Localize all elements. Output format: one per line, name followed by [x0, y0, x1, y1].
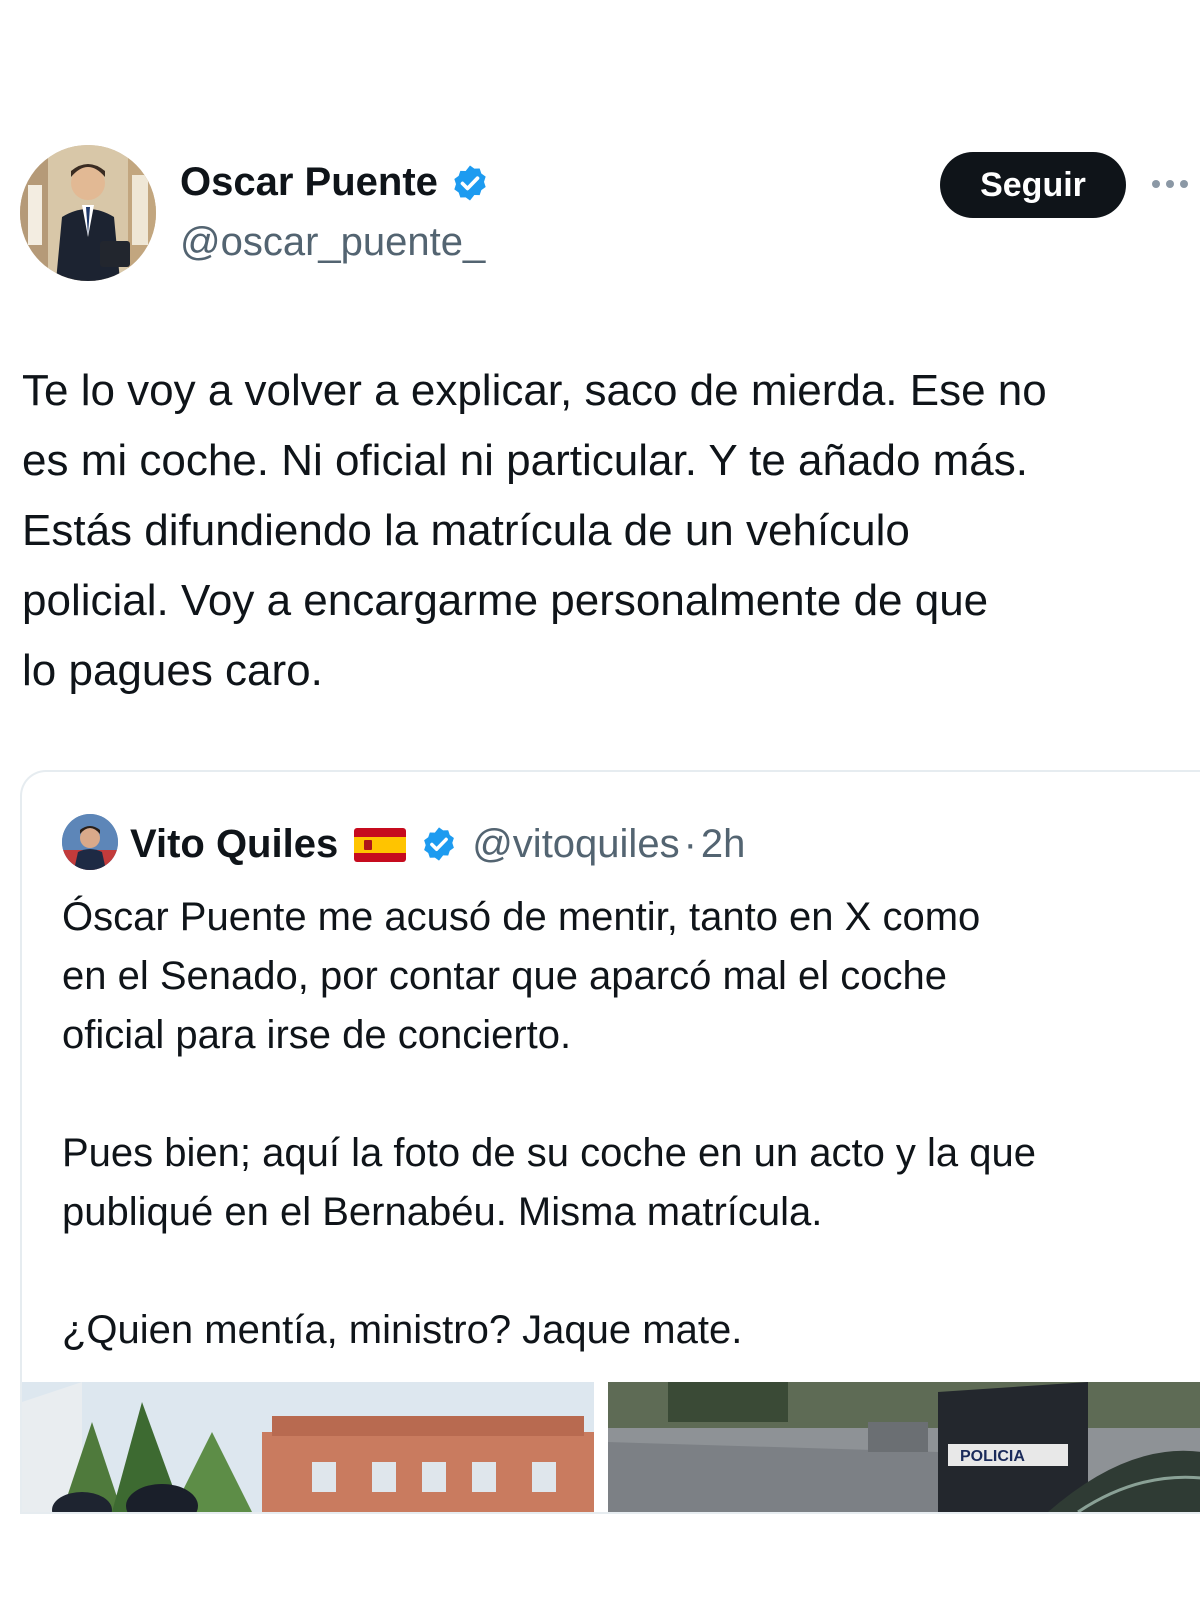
tweet-text-line: lo pagues caro. — [22, 646, 323, 695]
verified-badge-icon — [450, 163, 490, 203]
author-name-text: Oscar Puente — [180, 160, 438, 204]
quoted-author-handle[interactable]: @vitoquiles — [472, 822, 679, 867]
quoted-tweet-timestamp[interactable]: 2h — [701, 822, 746, 867]
author-avatar[interactable] — [20, 145, 156, 281]
more-options-icon[interactable] — [1152, 166, 1200, 202]
quoted-text-line: publiqué en el Bernabéu. Misma matrícula… — [62, 1190, 823, 1234]
quoted-text-line: oficial para irse de concierto. — [62, 1013, 572, 1057]
quoted-tweet-header: Vito Quiles @vitoquiles · 2h — [130, 816, 745, 872]
quoted-text-line: ¿Quien mentía, ministro? Jaque mate. — [62, 1308, 743, 1352]
quoted-text-line: en el Senado, por contar que aparcó mal … — [62, 954, 948, 998]
quoted-verified-badge-icon — [420, 825, 458, 863]
separator-dot: · — [683, 821, 697, 866]
quoted-paragraph: Pues bien; aquí la foto de su coche en u… — [62, 1124, 1182, 1242]
spain-flag-icon — [354, 827, 407, 862]
quoted-text-line: Pues bien; aquí la foto de su coche en u… — [62, 1131, 1037, 1175]
quoted-paragraph: Óscar Puente me acusó de mentir, tanto e… — [62, 888, 1182, 1065]
tweet: Oscar Puente @oscar_puente_ Seguir Te lo… — [0, 0, 1200, 1600]
tweet-text: Te lo voy a volver a explicar, saco de m… — [22, 356, 1192, 706]
quoted-tweet-text: Óscar Puente me acusó de mentir, tanto e… — [62, 888, 1182, 1419]
media-photo-street-police-van[interactable]: POLICIA — [608, 1382, 1200, 1512]
media-photo-building[interactable] — [22, 1382, 594, 1512]
police-van-label: POLICIA — [960, 1448, 1025, 1465]
tweet-text-line: policial. Voy a encargarme personalmente… — [22, 576, 989, 625]
follow-button[interactable]: Seguir — [940, 152, 1126, 218]
media-grid: POLICIA — [22, 1382, 1200, 1512]
tweet-text-line: Estás difundiendo la matrícula de un veh… — [22, 506, 910, 555]
quoted-text-line: Óscar Puente me acusó de mentir, tanto e… — [62, 895, 981, 939]
quoted-author-avatar[interactable] — [62, 814, 118, 870]
quoted-tweet-card[interactable]: Vito Quiles @vitoquiles · 2h Óscar Puent… — [20, 770, 1200, 1514]
author-name[interactable]: Oscar Puente — [180, 160, 490, 205]
tweet-text-line: es mi coche. Ni oficial ni particular. Y… — [22, 436, 1028, 485]
quoted-paragraph: ¿Quien mentía, ministro? Jaque mate. — [62, 1301, 1182, 1360]
author-handle[interactable]: @oscar_puente_ — [180, 220, 485, 265]
quoted-author-name[interactable]: Vito Quiles — [130, 822, 338, 867]
tweet-text-line: Te lo voy a volver a explicar, saco de m… — [22, 366, 1047, 415]
